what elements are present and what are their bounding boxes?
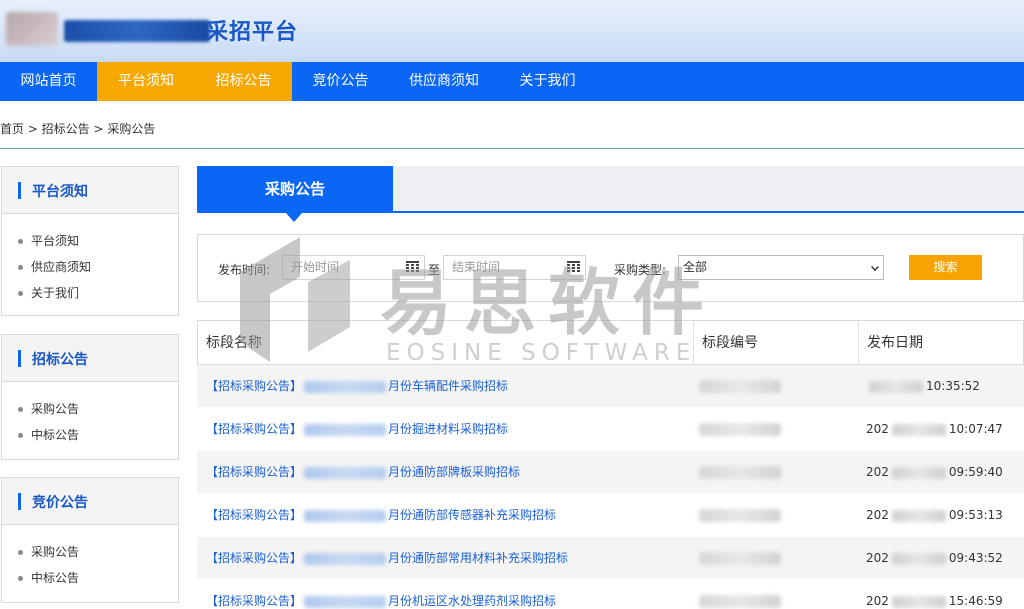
site-header: 采招平台 (0, 0, 1024, 62)
bullet-icon (18, 576, 23, 581)
start-date-input[interactable]: 开始时间 (282, 255, 425, 280)
row-title-link[interactable]: 【招标采购公告】 月份通防部传感器补充采购招标 (206, 494, 556, 537)
nav-supplier-notice[interactable]: 供应商须知 (389, 62, 499, 101)
bullet-icon (18, 291, 23, 296)
column-header-code: 标段编号 (702, 335, 758, 351)
tab-pointer (286, 213, 302, 222)
breadcrumb-divider (0, 148, 1024, 149)
column-divider (858, 321, 859, 364)
end-date-input[interactable]: 结束时间 (443, 255, 586, 280)
sidebar-platform-notice: 平台须知 平台须知 供应商须知 关于我们 (1, 166, 179, 316)
sidebar-bidding-announcement: 竞价公告 采购公告 中标公告 (1, 477, 179, 603)
table-row[interactable]: 【招标采购公告】 月份车辆配件采购招标 10:35:52 (197, 365, 1024, 408)
row-code-blurred (699, 552, 781, 565)
purchase-type-value: 全部 (683, 260, 708, 274)
nav-tender-announcement[interactable]: 招标公告 (195, 62, 292, 101)
breadcrumb[interactable]: 首页 > 招标公告 > 采购公告 (0, 120, 155, 137)
nav-home[interactable]: 网站首页 (0, 62, 97, 101)
row-date: 10:35:52 (866, 365, 980, 408)
row-title-link[interactable]: 【招标采购公告】 月份通防部常用材料补充采购招标 (206, 537, 568, 580)
bullet-icon (18, 239, 23, 244)
calendar-icon[interactable] (406, 261, 419, 272)
sidebar-item-award-announcement[interactable]: 中标公告 (18, 565, 178, 591)
sidebar-item-platform-notice[interactable]: 平台须知 (18, 228, 178, 254)
calendar-icon[interactable] (567, 261, 580, 272)
main-nav: 网站首页 平台须知 招标公告 竞价公告 供应商须知 关于我们 (0, 62, 1024, 101)
row-code-blurred (699, 423, 781, 436)
nav-platform-notice[interactable]: 平台须知 (97, 62, 195, 101)
sidebar-item-about-us[interactable]: 关于我们 (18, 280, 178, 306)
announcement-table: 标段名称 标段编号 发布日期 【招标采购公告】 月份车辆配件采购招标 10:35:… (197, 320, 1024, 609)
row-date: 202 15:46:59 (866, 594, 1003, 608)
row-date: 202 09:43:52 (866, 551, 1003, 565)
sidebar-header: 平台须知 (2, 167, 178, 214)
purchase-type-label: 采购类型: (614, 263, 667, 277)
row-date: 202 09:53:13 (866, 508, 1003, 522)
search-button[interactable]: 搜索 (909, 255, 982, 280)
table-row[interactable]: 【招标采购公告】 月份通防部传感器补充采购招标 202 09:53:13 (197, 494, 1024, 537)
column-header-date: 发布日期 (867, 335, 923, 351)
sidebar-header: 招标公告 (2, 335, 178, 382)
column-header-name: 标段名称 (206, 335, 262, 351)
bullet-icon (18, 433, 23, 438)
sidebar-item-award-announcement[interactable]: 中标公告 (18, 422, 178, 448)
sidebar-title: 招标公告 (32, 352, 88, 368)
nav-about-us[interactable]: 关于我们 (499, 62, 596, 101)
bullet-icon (18, 265, 23, 270)
table-row[interactable]: 【招标采购公告】 月份掘进材料采购招标 202 10:07:47 (197, 408, 1024, 451)
tab-purchase-announcement[interactable]: 采购公告 (197, 166, 393, 213)
to-label: 至 (428, 263, 441, 277)
logo-blurred (6, 12, 210, 46)
sidebar-title: 竞价公告 (32, 495, 88, 511)
sidebar-title: 平台须知 (32, 184, 88, 200)
row-code-blurred (699, 509, 781, 522)
publish-time-label: 发布时间: (218, 263, 271, 277)
row-code-blurred (699, 466, 781, 479)
row-code-blurred (699, 595, 781, 608)
bullet-icon (18, 407, 23, 412)
row-date: 202 09:59:40 (866, 465, 1003, 479)
row-title-link[interactable]: 【招标采购公告】 月份机运区水处理药剂采购招标 (206, 580, 556, 609)
chevron-down-icon (871, 263, 879, 271)
table-header: 标段名称 标段编号 发布日期 (197, 320, 1024, 365)
sidebar-item-supplier-notice[interactable]: 供应商须知 (18, 254, 178, 280)
table-row[interactable]: 【招标采购公告】 月份机运区水处理药剂采购招标 202 15:46:59 (197, 580, 1024, 609)
sidebar-header: 竞价公告 (2, 478, 178, 525)
sidebar-tender-announcement: 招标公告 采购公告 中标公告 (1, 334, 179, 460)
row-title-link[interactable]: 【招标采购公告】 月份车辆配件采购招标 (206, 365, 508, 408)
purchase-type-select[interactable]: 全部 (678, 255, 884, 280)
column-divider (693, 321, 694, 364)
row-title-link[interactable]: 【招标采购公告】 月份掘进材料采购招标 (206, 408, 508, 451)
row-code-blurred (699, 380, 781, 393)
row-title-link[interactable]: 【招标采购公告】 月份通防部牌板采购招标 (206, 451, 520, 494)
table-row[interactable]: 【招标采购公告】 月份通防部牌板采购招标 202 09:59:40 (197, 451, 1024, 494)
nav-bidding-announcement[interactable]: 竞价公告 (292, 62, 389, 101)
table-row[interactable]: 【招标采购公告】 月份通防部常用材料补充采购招标 202 09:43:52 (197, 537, 1024, 580)
sidebar-item-purchase-announcement[interactable]: 采购公告 (18, 396, 178, 422)
logo-text[interactable]: 采招平台 (206, 14, 298, 46)
bullet-icon (18, 550, 23, 555)
row-date: 202 10:07:47 (866, 422, 1003, 436)
sidebar-item-purchase-announcement[interactable]: 采购公告 (18, 539, 178, 565)
